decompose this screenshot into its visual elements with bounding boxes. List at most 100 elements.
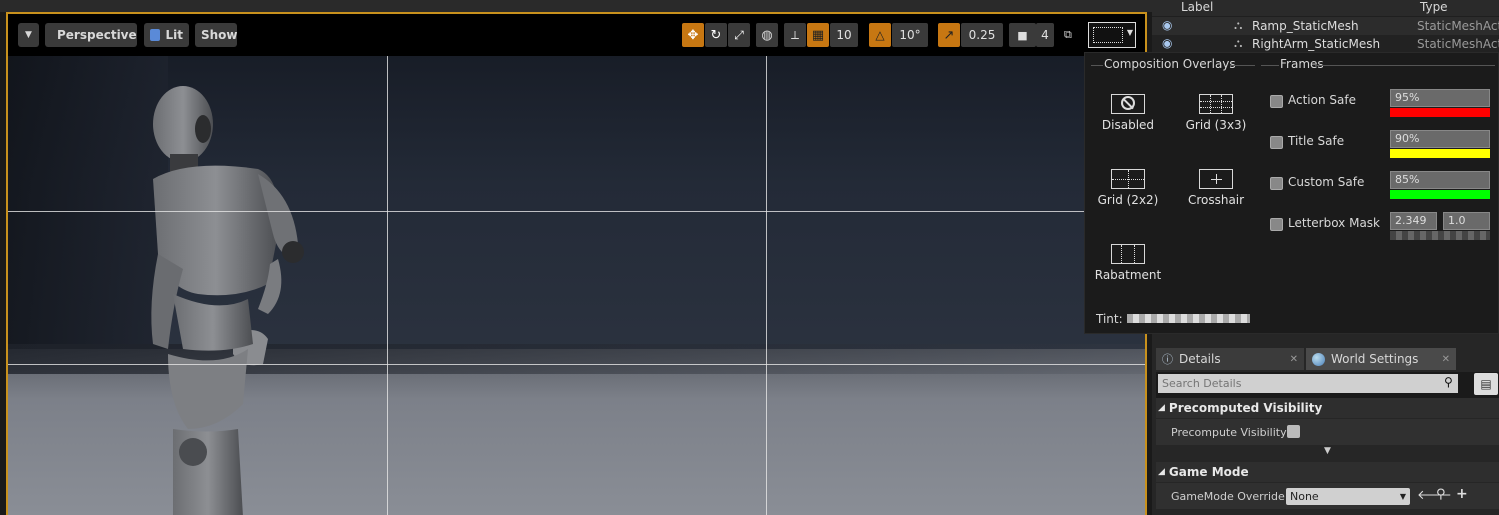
rotation-snap-toggle[interactable]: △ — [869, 23, 891, 47]
perspective-button[interactable]: Perspective — [45, 23, 137, 47]
overlay-label: Grid (2x2) — [1097, 193, 1159, 207]
lit-button[interactable]: Lit — [144, 23, 189, 47]
disabled-icon — [1111, 94, 1145, 114]
divider — [1315, 65, 1495, 66]
outliner-row[interactable]: ◉ ⛬ Ramp_StaticMesh StaticMeshActo — [1152, 17, 1499, 35]
collapse-arrow-icon: ◢ — [1158, 403, 1165, 413]
add-icon[interactable]: + — [1456, 486, 1468, 502]
chevron-down-icon: ▼ — [1399, 492, 1406, 501]
action-safe-value[interactable]: 95% — [1390, 89, 1490, 107]
grid-icon: ▦ — [811, 27, 825, 43]
collapse-arrow-icon: ◢ — [1158, 467, 1165, 477]
eye-icon[interactable]: ◉ — [1162, 18, 1172, 32]
column-type-header[interactable]: Type — [1420, 0, 1448, 14]
action-safe-checkbox[interactable] — [1270, 95, 1283, 108]
precompute-visibility-row: Precompute Visibility — [1156, 419, 1499, 445]
static-mesh-icon: ⛬ — [1234, 18, 1243, 32]
property-label: GameMode Override — [1171, 489, 1285, 503]
grid-line-vertical-2 — [766, 56, 767, 515]
frame-custom-safe: Custom Safe 85% — [1270, 171, 1495, 209]
action-safe-color[interactable] — [1390, 108, 1490, 117]
frame-label: Action Safe — [1288, 93, 1356, 107]
camera-icon: ■ — [1017, 28, 1028, 42]
rotate-tool-button[interactable]: ↻ — [705, 23, 727, 47]
category-title: Game Mode — [1168, 465, 1249, 479]
advanced-expand-button[interactable]: ▼ — [1156, 446, 1499, 460]
tab-label: World Settings — [1331, 352, 1419, 366]
tint-color-swatch[interactable] — [1127, 314, 1250, 323]
frame-letterbox-mask: Letterbox Mask 2.349 1.0 — [1270, 212, 1495, 250]
column-label-header[interactable]: Label — [1181, 0, 1213, 14]
letterbox-offset-value[interactable]: 1.0 — [1443, 212, 1490, 230]
overlay-disabled-option[interactable]: Disabled — [1083, 94, 1173, 132]
title-safe-value[interactable]: 90% — [1390, 130, 1490, 148]
category-title: Precomputed Visibility — [1168, 401, 1323, 415]
scale-tool-button[interactable]: ⤢ — [728, 23, 750, 47]
composition-overlays-button[interactable]: ▼ — [1088, 22, 1136, 48]
level-viewport[interactable]: ▼ Perspective Lit Show ✥ ↻ ⤢ ◍ ⟂ ▦ 10 △ … — [0, 0, 1152, 515]
grid-line-horizontal-1 — [8, 211, 1145, 212]
frames-title: Frames — [1280, 57, 1324, 71]
grid-2x2-icon — [1111, 169, 1145, 189]
outliner-row[interactable]: ◉ ⛬ RightArm_StaticMesh StaticMeshActo — [1152, 35, 1499, 53]
move-arrows-icon: ✥ — [687, 27, 699, 43]
grid-3x3-icon — [1199, 94, 1233, 114]
letterbox-color[interactable] — [1390, 231, 1490, 240]
scale-snap-value[interactable]: 0.25 — [961, 23, 1003, 47]
camera-speed-value[interactable]: 4 — [1036, 23, 1054, 47]
grid-snap-value[interactable]: 10 — [830, 23, 858, 47]
custom-safe-color[interactable] — [1390, 190, 1490, 199]
letterbox-ratio-value[interactable]: 2.349 — [1390, 212, 1437, 230]
viewport-options-button[interactable]: ▼ — [18, 23, 39, 47]
overlay-grid-2x2-option[interactable]: Grid (2x2) — [1083, 169, 1173, 207]
overlay-grid-3x3-option[interactable]: Grid (3x3) — [1171, 94, 1261, 132]
eye-icon[interactable]: ◉ — [1162, 36, 1172, 50]
surface-snap-button[interactable]: ⟂ — [784, 23, 806, 47]
close-icon[interactable]: ✕ — [1290, 354, 1298, 365]
divider — [1261, 65, 1279, 66]
overlay-crosshair-option[interactable]: Crosshair — [1171, 169, 1261, 207]
title-safe-checkbox[interactable] — [1270, 136, 1283, 149]
divider — [1230, 65, 1255, 66]
custom-safe-checkbox[interactable] — [1270, 177, 1283, 190]
view-options-button[interactable]: ▤ — [1474, 373, 1498, 395]
close-icon[interactable]: ✕ — [1442, 354, 1450, 365]
scale-snap-toggle[interactable]: ↗ — [938, 23, 960, 47]
category-game-mode[interactable]: ◢ Game Mode — [1156, 462, 1499, 482]
maximize-viewport-icon[interactable]: ⧉ — [1064, 28, 1076, 41]
chevron-down-icon: ▼ — [1324, 446, 1331, 456]
browse-search-icon[interactable]: ⚲ — [1436, 487, 1446, 502]
rotation-snap-value[interactable]: 10° — [892, 23, 928, 47]
viewport-frame[interactable]: ▼ Perspective Lit Show ✥ ↻ ⤢ ◍ ⟂ ▦ 10 △ … — [6, 12, 1147, 515]
letterbox-mask-checkbox[interactable] — [1270, 218, 1283, 231]
details-panel: ⓘ Details ✕ World Settings ✕ ⚲ ▤ ◢ Preco… — [1152, 334, 1499, 515]
lit-cube-icon — [150, 29, 160, 41]
grid-overlay-icon — [1093, 27, 1123, 43]
overlay-rabatment-option[interactable]: Rabatment — [1083, 244, 1173, 282]
search-details-input[interactable] — [1158, 374, 1458, 393]
gamemode-override-dropdown[interactable]: None ▼ — [1286, 488, 1410, 505]
show-button[interactable]: Show — [195, 23, 238, 47]
custom-safe-value[interactable]: 85% — [1390, 171, 1490, 189]
mannequin-character[interactable] — [128, 84, 328, 515]
translate-tool-button[interactable]: ✥ — [682, 23, 704, 47]
tab-details[interactable]: ⓘ Details ✕ — [1156, 348, 1304, 370]
search-row: ⚲ ▤ — [1156, 372, 1499, 400]
precompute-visibility-checkbox[interactable] — [1287, 425, 1300, 438]
viewport-header-strip — [0, 0, 1152, 12]
world-local-toggle[interactable]: ◍ — [756, 23, 778, 47]
title-safe-color[interactable] — [1390, 149, 1490, 158]
actor-name: Ramp_StaticMesh — [1252, 19, 1359, 33]
camera-speed-button[interactable]: ■ — [1009, 23, 1036, 47]
static-mesh-icon: ⛬ — [1234, 36, 1243, 50]
dropdown-value: None — [1290, 490, 1319, 503]
grid-line-horizontal-2 — [8, 364, 1145, 365]
overlay-label: Disabled — [1101, 118, 1155, 132]
viewport-toolbar: ▼ Perspective Lit Show ✥ ↻ ⤢ ◍ ⟂ ▦ 10 △ … — [8, 14, 1145, 56]
grid-snap-toggle[interactable]: ▦ — [807, 23, 829, 47]
rabatment-icon — [1111, 244, 1145, 264]
use-selected-arrow-icon[interactable]: 🡐 — [1417, 487, 1452, 503]
tint-label: Tint: — [1096, 312, 1123, 326]
tab-world-settings[interactable]: World Settings ✕ — [1306, 348, 1456, 370]
category-precomputed-visibility[interactable]: ◢ Precomputed Visibility — [1156, 398, 1499, 418]
